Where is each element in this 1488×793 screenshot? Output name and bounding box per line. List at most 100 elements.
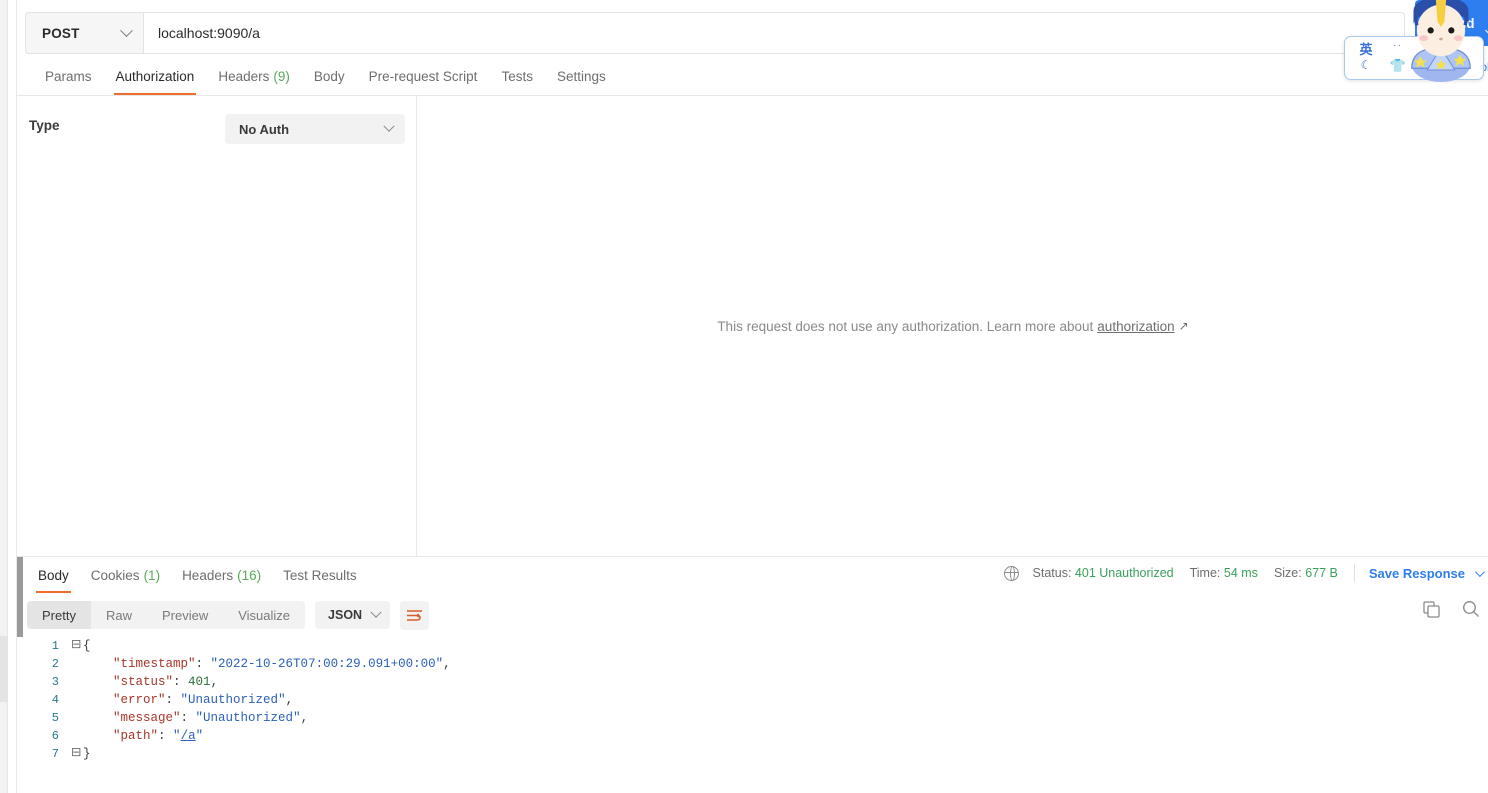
code-token-key: "message" [113,711,181,725]
response-tab-cookies-count: (1) [143,567,161,583]
size-badge: Size: 677 B [1274,566,1338,580]
tab-params[interactable]: Params [33,57,104,95]
authorization-pane: Type No Auth This request does not use a… [16,96,1488,557]
tab-pre-request-script-label: Pre-request Script [368,68,478,84]
moon-icon: ☾ [1360,58,1372,72]
copy-button[interactable] [1423,600,1440,618]
ime-mode-column[interactable]: 英 ☾ [1354,43,1378,73]
tab-settings[interactable]: Settings [545,57,618,95]
response-tab-headers-count: (16) [237,567,262,583]
line-number: 1 [51,639,59,653]
fold-toggle-icon[interactable]: ⊟ [69,745,83,763]
code-line: 7 ⊟} [17,745,1488,763]
rail-highlight [0,636,8,702]
line-number: 2 [51,657,59,671]
view-mode-raw[interactable]: Raw [91,601,147,629]
fold-toggle-icon [69,673,83,691]
code-token-str: "2022-10-26T07:00:29.091+00:00" [210,657,444,671]
response-format-value: JSON [328,608,363,622]
search-icon [1463,601,1479,617]
http-method-select[interactable]: POST [25,12,143,54]
copy-icon [1423,600,1440,618]
code-token-punc: , [210,675,219,689]
tab-headers[interactable]: Headers (9) [206,57,302,95]
code-line: 6 "path": "/a" [17,727,1488,745]
fold-toggle-icon [69,709,83,727]
tab-body-label: Body [313,68,345,84]
ime-tools-column[interactable]: ˙˙ 👕 [1385,43,1411,73]
size-value: 677 B [1305,566,1338,580]
fold-toggle-icon [69,691,83,709]
meta-divider [1353,564,1355,582]
save-response-button[interactable]: Save Response [1369,566,1465,581]
ime-floating-panel[interactable]: 英 ☾ ˙˙ 👕 [1344,36,1484,80]
save-response-chevron-icon[interactable] [1474,566,1485,577]
code-token-key: "path" [113,729,159,743]
code-line-text: "timestamp": "2022-10-26T07:00:29.091+00… [83,655,451,673]
auth-type-value: No Auth [239,121,290,137]
line-number: 5 [51,711,59,725]
tab-headers-count: (9) [273,68,290,84]
external-link-icon: ↗ [1178,319,1189,333]
punctuation-icon: ˙˙ [1393,44,1403,56]
auth-type-select[interactable]: No Auth [225,114,405,144]
code-line-text: } [83,745,91,763]
code-line: 2 "timestamp": "2022-10-26T07:00:29.091+… [17,655,1488,673]
tab-tests[interactable]: Tests [489,57,545,95]
time-badge: Time: 54 ms [1190,566,1258,580]
code-token-punc: } [83,747,91,761]
view-mode-visualize[interactable]: Visualize [223,601,305,629]
code-line-text: "error": "Unauthorized", [83,691,293,709]
tab-pre-request-script[interactable]: Pre-request Script [357,57,490,95]
code-token-str: "Unauthorized" [195,711,301,725]
status-value: 401 Unauthorized [1074,566,1174,580]
fold-toggle-icon[interactable]: ⊟ [69,637,83,655]
authorization-type-panel: Type No Auth [17,96,417,556]
vertical-scrollbar-track[interactable] [8,0,23,793]
tab-settings-label: Settings [556,68,606,84]
line-number: 3 [51,675,59,689]
response-body-code[interactable]: 1 ⊟{2 "timestamp": "2022-10-26T07:00:29.0… [16,637,1488,793]
response-tab-test-results[interactable]: Test Results [272,558,368,593]
view-mode-pretty[interactable]: Pretty [27,601,91,629]
auth-learn-more-link[interactable]: authorization [1097,319,1174,334]
auth-type-label: Type [29,118,60,133]
postman-app-window: POST localhost:9090/a Send Cookies Param… [0,0,1488,793]
response-tab-cookies[interactable]: Cookies (1) [80,558,171,593]
authorization-description-panel: This request does not use any authorizat… [418,96,1488,556]
code-line: 3 "status": 401, [17,673,1488,691]
wrap-lines-button[interactable] [400,600,430,630]
tab-headers-label: Headers [218,68,270,84]
globe-icon[interactable] [1003,565,1019,582]
response-header: Body Cookies (1) Headers (16) Test Resul… [16,557,1488,593]
code-token-str: " [195,729,204,743]
code-token-key: "error" [113,693,166,707]
code-token-num: 401 [188,675,211,689]
status-label: Status: [1032,566,1072,580]
code-token-link[interactable]: /a [181,729,196,743]
response-format-select[interactable]: JSON [315,601,391,629]
line-number: 7 [51,747,59,761]
http-method-label: POST [42,25,80,41]
left-rail [0,0,8,793]
response-tab-headers[interactable]: Headers (16) [171,558,272,593]
code-token-punc: , [285,693,294,707]
request-url-input[interactable]: localhost:9090/a [143,12,1405,54]
view-mode-preview[interactable]: Preview [147,601,223,629]
response-tab-headers-label: Headers [182,567,234,583]
code-token-punc: { [83,639,91,653]
tab-body[interactable]: Body [302,57,357,95]
line-number: 6 [51,729,59,743]
tab-tests-label: Tests [501,68,533,84]
tab-authorization[interactable]: Authorization [104,57,207,95]
chevron-down-icon [383,120,395,132]
search-button[interactable] [1462,600,1480,618]
time-value: 54 ms [1223,566,1258,580]
wrap-lines-icon [407,609,423,621]
response-tab-body[interactable]: Body [27,558,80,593]
url-row: POST localhost:9090/a [25,12,1405,54]
response-tab-test-results-label: Test Results [283,567,357,583]
